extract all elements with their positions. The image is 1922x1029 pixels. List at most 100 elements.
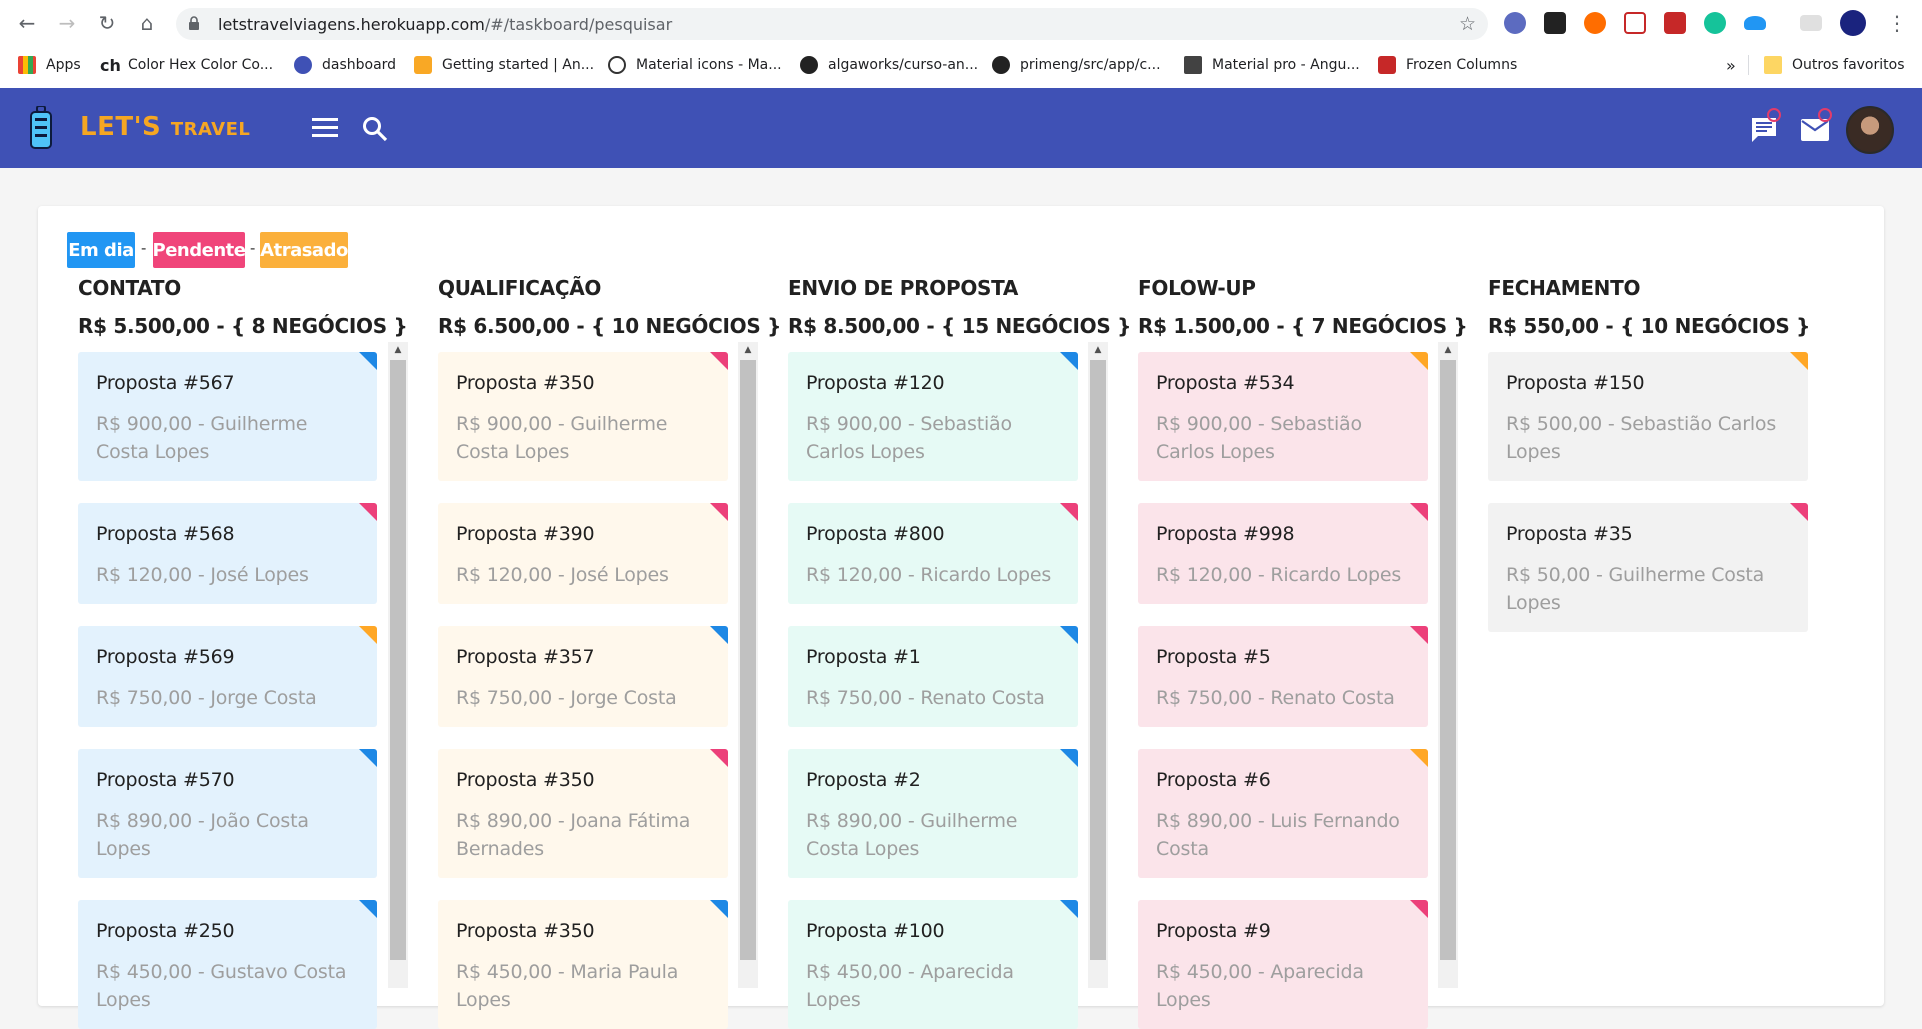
status-corner-pink (710, 352, 728, 370)
profile-icon[interactable] (1840, 10, 1866, 36)
status-corner-pink (710, 503, 728, 521)
bookmark-item[interactable]: Material icons - Ma... (608, 53, 782, 77)
home-icon[interactable]: ⌂ (134, 10, 160, 36)
column-scrollbar[interactable]: ▲ (738, 342, 758, 988)
status-corner-pink (1410, 900, 1428, 918)
ch-icon: ch (100, 56, 121, 75)
status-corner-pink (359, 503, 377, 521)
extension-icon[interactable] (1544, 12, 1566, 34)
card-title: Proposta #570 (96, 769, 235, 791)
hamburger-menu-icon[interactable] (312, 118, 338, 138)
shield-icon (414, 56, 432, 74)
proposal-card[interactable]: Proposta #998 R$ 120,00 - Ricardo Lopes (1138, 503, 1428, 604)
luggage-logo-icon (30, 106, 52, 149)
proposal-card[interactable]: Proposta #568 R$ 120,00 - José Lopes (78, 503, 377, 604)
card-title: Proposta #534 (1156, 372, 1295, 394)
github-icon (800, 56, 818, 74)
extension-icon[interactable] (1624, 12, 1646, 34)
proposal-card[interactable]: Proposta #2 R$ 890,00 - Guilherme Costa L… (788, 749, 1078, 878)
back-icon[interactable]: ← (14, 10, 40, 36)
scrollbar-thumb[interactable] (390, 360, 406, 960)
scrollbar-thumb[interactable] (1440, 360, 1456, 960)
logo-sub: TRAVEL (170, 119, 251, 140)
proposal-card[interactable]: Proposta #1 R$ 750,00 - Renato Costa (788, 626, 1078, 727)
proposal-card[interactable]: Proposta #9 R$ 450,00 - Aparecida Lopes (1138, 900, 1428, 1029)
bookmark-item[interactable]: Frozen Columns (1378, 53, 1517, 77)
card-title: Proposta #350 (456, 920, 595, 942)
cloud-icon[interactable] (1744, 16, 1766, 30)
scroll-up-icon[interactable]: ▲ (738, 342, 758, 358)
card-subtitle: R$ 900,00 - Guilherme Costa Lopes (96, 413, 308, 463)
url-host: letstravelviagens.herokuapp.com (218, 15, 485, 34)
column-scrollbar[interactable]: ▲ (1088, 342, 1108, 988)
extension-icon[interactable] (1504, 12, 1526, 34)
bookmark-folder[interactable]: Outros favoritos (1764, 53, 1905, 77)
search-icon[interactable] (362, 116, 388, 142)
bookmark-star-icon[interactable]: ☆ (1459, 13, 1476, 35)
scroll-up-icon[interactable]: ▲ (1438, 342, 1458, 358)
card-subtitle: R$ 890,00 - João Costa Lopes (96, 810, 309, 860)
extension-icon[interactable] (1584, 12, 1606, 34)
proposal-card[interactable]: Proposta #35 R$ 50,00 - Guilherme Costa L… (1488, 503, 1808, 632)
lock-icon (189, 16, 199, 30)
card-subtitle: R$ 890,00 - Joana Fátima Bernades (456, 810, 691, 860)
proposal-card[interactable]: Proposta #350 R$ 890,00 - Joana Fátima Be… (438, 749, 728, 878)
reload-icon[interactable]: ↻ (94, 10, 120, 36)
card-subtitle: R$ 890,00 - Guilherme Costa Lopes (806, 810, 1018, 860)
playlist-icon[interactable] (1800, 15, 1822, 31)
app-logo[interactable]: LET'S TRAVEL (80, 112, 250, 142)
column-scrollbar[interactable]: ▲ (388, 342, 408, 988)
proposal-card[interactable]: Proposta #534 R$ 900,00 - Sebastião Carlo… (1138, 352, 1428, 481)
proposal-card[interactable]: Proposta #570 R$ 890,00 - João Costa Lope… (78, 749, 377, 878)
card-title: Proposta #250 (96, 920, 235, 942)
proposal-card[interactable]: Proposta #567 R$ 900,00 - Guilherme Costa… (78, 352, 377, 481)
legend-separator: - (250, 240, 256, 257)
proposal-card[interactable]: Proposta #150 R$ 500,00 - Sebastião Carlo… (1488, 352, 1808, 481)
card-title: Proposta #150 (1506, 372, 1645, 394)
scrollbar-thumb[interactable] (740, 360, 756, 960)
status-corner-blue (1060, 900, 1078, 918)
scrollbar-thumb[interactable] (1090, 360, 1106, 960)
bookmark-label: Frozen Columns (1406, 57, 1518, 73)
bookmark-item[interactable]: Getting started | An... (414, 53, 594, 77)
user-avatar[interactable] (1846, 106, 1894, 154)
proposal-card[interactable]: Proposta #569 R$ 750,00 - Jorge Costa (78, 626, 377, 727)
proposal-card[interactable]: Proposta #390 R$ 120,00 - José Lopes (438, 503, 728, 604)
url-path: /#/taskboard/pesquisar (484, 15, 673, 34)
proposal-card[interactable]: Proposta #800 R$ 120,00 - Ricardo Lopes (788, 503, 1078, 604)
proposal-card[interactable]: Proposta #250 R$ 450,00 - Gustavo Costa L… (78, 900, 377, 1029)
bookmark-label: dashboard (322, 57, 397, 73)
bookmark-label: Getting started | An... (442, 57, 595, 73)
bookmark-item[interactable]: dashboard (294, 53, 396, 77)
column-scrollbar[interactable]: ▲ (1438, 342, 1458, 988)
bookmark-item[interactable]: ch Color Hex Color Co... (100, 53, 273, 77)
forward-icon[interactable]: → (54, 10, 80, 36)
scroll-up-icon[interactable]: ▲ (388, 342, 408, 358)
extension-icon[interactable] (1664, 12, 1686, 34)
proposal-card[interactable]: Proposta #5 R$ 750,00 - Renato Costa (1138, 626, 1428, 727)
status-corner-orange (1410, 749, 1428, 767)
card-title: Proposta #100 (806, 920, 945, 942)
column-title: QUALIFICAÇÃO (438, 276, 602, 300)
proposal-card[interactable]: Proposta #6 R$ 890,00 - Luis Fernando Cos… (1138, 749, 1428, 878)
scroll-up-icon[interactable]: ▲ (1088, 342, 1108, 358)
bookmark-item[interactable]: algaworks/curso-an... (800, 53, 978, 77)
grammarly-icon[interactable] (1704, 12, 1726, 34)
bookmark-divider (1748, 55, 1749, 75)
address-bar[interactable]: letstravelviagens.herokuapp.com/#/taskbo… (176, 8, 1488, 40)
menu-dots-icon[interactable]: ⋮ (1884, 10, 1910, 36)
column-total: R$ 6.500,00 - { 10 NEGÓCIOS } (438, 314, 782, 338)
proposal-card[interactable]: Proposta #357 R$ 750,00 - Jorge Costa (438, 626, 728, 727)
bookmark-item[interactable]: Material pro - Angu... (1184, 53, 1360, 77)
github-icon (992, 56, 1010, 74)
bookmark-item[interactable]: primeng/src/app/c... (992, 53, 1161, 77)
bookmark-apps[interactable]: Apps (18, 53, 81, 77)
bookmarks-overflow-icon[interactable]: » (1726, 53, 1736, 77)
proposal-card[interactable]: Proposta #100 R$ 450,00 - Aparecida Lopes (788, 900, 1078, 1029)
proposal-card[interactable]: Proposta #350 R$ 450,00 - Maria Paula Lop… (438, 900, 728, 1029)
proposal-card[interactable]: Proposta #120 R$ 900,00 - Sebastião Carlo… (788, 352, 1078, 481)
column-title: FOLOW-UP (1138, 276, 1256, 300)
material-pro-icon (1184, 56, 1202, 74)
card-title: Proposta #6 (1156, 769, 1271, 791)
proposal-card[interactable]: Proposta #350 R$ 900,00 - Guilherme Costa… (438, 352, 728, 481)
